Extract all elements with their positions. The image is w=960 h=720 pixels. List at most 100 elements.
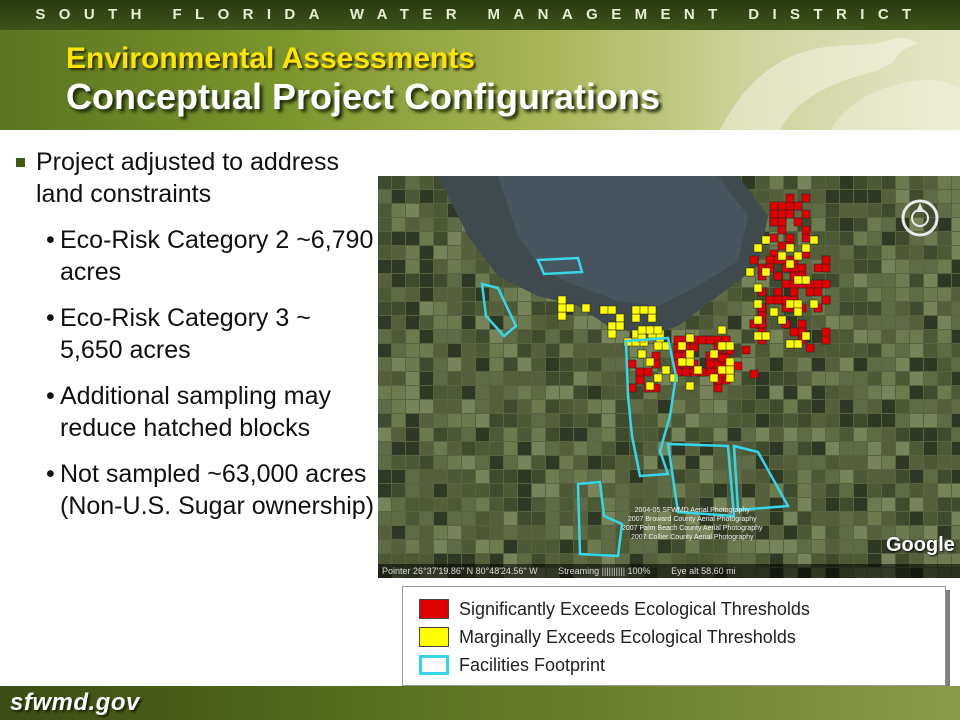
field-tile [434,442,447,455]
field-tile [854,400,867,413]
slide-title: Environmental Assessments [66,42,476,75]
field-tile [420,414,433,427]
field-tile [546,372,559,385]
field-tile [938,498,951,511]
field-tile [826,414,839,427]
assessment-block [753,331,763,341]
field-tile [406,498,419,511]
field-tile [882,344,895,357]
field-tile [896,386,909,399]
field-tile [854,204,867,217]
field-tile [896,176,909,189]
field-tile [406,274,419,287]
field-tile [406,302,419,315]
field-tile [462,386,475,399]
field-tile [826,456,839,469]
field-tile [392,414,405,427]
field-tile [770,456,783,469]
field-tile [518,386,531,399]
field-tile [742,428,755,441]
field-tile [896,484,909,497]
field-tile [504,372,517,385]
field-tile [588,386,601,399]
field-tile [378,176,391,189]
field-tile [924,498,937,511]
field-tile [868,498,881,511]
field-tile [854,372,867,385]
field-tile [448,526,461,539]
field-tile [532,456,545,469]
field-tile [490,400,503,413]
field-tile [854,526,867,539]
field-tile [938,484,951,497]
field-tile [378,246,391,259]
field-tile [756,190,769,203]
field-tile [924,302,937,315]
field-tile [504,358,517,371]
field-tile [938,176,951,189]
dot-bullet-icon: • [46,304,55,332]
field-tile [546,316,559,329]
field-tile [504,526,517,539]
assessment-block [769,233,779,243]
field-tile [406,288,419,301]
field-tile [784,358,797,371]
assessment-block [769,209,779,219]
field-tile [910,512,923,525]
field-tile [448,386,461,399]
field-tile [630,484,643,497]
field-tile [854,288,867,301]
assessment-block [557,295,567,305]
field-tile [392,274,405,287]
field-tile [868,330,881,343]
field-tile [770,176,783,189]
field-tile [406,540,419,553]
field-tile [952,428,960,441]
assessment-block [643,367,653,377]
field-tile [854,316,867,329]
field-tile [840,176,853,189]
field-tile [546,470,559,483]
field-tile [560,330,573,343]
field-tile [840,428,853,441]
field-tile [854,456,867,469]
field-tile [952,414,960,427]
field-tile [798,414,811,427]
field-tile [840,456,853,469]
field-tile [854,274,867,287]
field-tile [938,512,951,525]
field-tile [574,442,587,455]
field-tile [784,372,797,385]
field-tile [462,414,475,427]
field-tile [476,470,489,483]
assessment-block [749,255,759,265]
field-tile [686,414,699,427]
field-tile [378,498,391,511]
field-tile [952,246,960,259]
field-tile [518,470,531,483]
field-tile [742,302,755,315]
field-tile [588,344,601,357]
field-tile [714,456,727,469]
field-tile [420,232,433,245]
field-tile [798,484,811,497]
field-tile [630,400,643,413]
assessment-block [685,381,695,391]
assessment-block [769,201,779,211]
assessment-block [785,209,795,219]
field-tile [420,330,433,343]
field-tile [434,540,447,553]
field-tile [448,330,461,343]
assessment-block [557,311,567,321]
assessment-block [789,287,799,297]
field-tile [756,400,769,413]
field-tile [378,260,391,273]
assessment-block [809,235,819,245]
field-tile [770,190,783,203]
field-tile [854,358,867,371]
square-bullet-icon [16,158,25,167]
field-tile [448,274,461,287]
field-tile [448,512,461,525]
field-tile [504,484,517,497]
field-tile [560,414,573,427]
